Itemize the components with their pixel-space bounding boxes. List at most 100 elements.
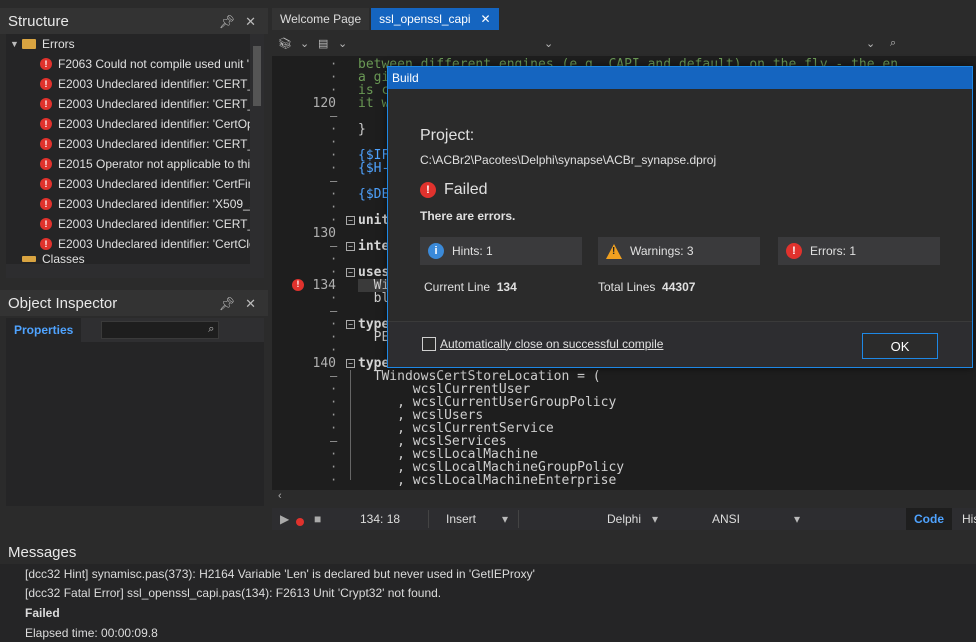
tree-item-label: E2003 Undeclared identifier: 'CertOp — [58, 117, 254, 131]
code-line[interactable]: bl — [358, 292, 390, 305]
error-icon: ! — [40, 118, 52, 130]
search-icon: ⌕ — [208, 323, 215, 335]
chevron-down-icon[interactable]: ▼ — [10, 39, 22, 49]
hints-box: i Hints: 1 — [420, 237, 582, 265]
message-line[interactable]: [dcc32 Fatal Error] ssl_openssl_capi.pas… — [25, 586, 441, 600]
tree-item-label: E2015 Operator not applicable to thi — [58, 157, 251, 171]
search-icon[interactable]: ⌕ — [890, 37, 896, 50]
auto-close-checkbox[interactable] — [422, 337, 436, 351]
tree-root-label: Errors — [42, 37, 75, 51]
tree-item-error[interactable]: ! E2003 Undeclared identifier: 'CertOp — [6, 114, 264, 134]
error-icon: ! — [40, 218, 52, 230]
ok-button[interactable]: OK — [862, 333, 938, 359]
close-icon[interactable]: ✕ — [245, 296, 256, 312]
tab-ssl-openssl-capi[interactable]: ssl_openssl_capi ✕ — [371, 8, 499, 30]
book-icon[interactable]: 📚︎ — [278, 37, 292, 50]
error-marker-icon[interactable]: ! — [292, 279, 304, 291]
insert-mode[interactable]: Insert — [446, 512, 476, 526]
record-icon[interactable] — [296, 515, 304, 529]
fold-toggle-icon[interactable]: − — [346, 320, 355, 329]
fold-toggle-icon[interactable]: − — [346, 268, 355, 277]
error-icon: ! — [40, 178, 52, 190]
encoding-mode[interactable]: ANSI — [712, 512, 740, 526]
chevron-down-icon[interactable]: ⌄ — [338, 37, 347, 50]
project-path: C:\ACBr2\Pacotes\Delphi\synapse\ACBr_syn… — [420, 153, 717, 167]
tree-item-error[interactable]: ! E2003 Undeclared identifier: 'CERT_S — [6, 94, 264, 114]
close-icon[interactable]: ✕ — [481, 12, 491, 26]
status-text: Failed — [444, 181, 488, 198]
chevron-down-icon[interactable]: ▾ — [652, 512, 658, 526]
tree-item-label: E2003 Undeclared identifier: 'CERT_S — [58, 137, 263, 151]
tab-properties[interactable]: Properties — [6, 318, 82, 342]
chevron-down-icon[interactable]: ▾ — [794, 512, 800, 526]
line-number: 134 — [312, 278, 336, 293]
tree-item-error[interactable]: ! F2063 Could not compile used unit ' — [6, 54, 264, 74]
close-icon[interactable]: ✕ — [245, 14, 256, 30]
code-line[interactable]: } — [358, 123, 366, 136]
structure-panel-title: Structure 📌︎ ✕ — [0, 8, 268, 34]
line-number: 140 — [312, 356, 336, 371]
chevron-down-icon[interactable]: ⌄ — [300, 37, 309, 50]
structure-view-icon[interactable]: ▤ — [318, 37, 328, 50]
code-line[interactable]: {$DE — [358, 188, 389, 201]
stop-icon[interactable]: ■ — [314, 512, 321, 526]
structure-hscroll[interactable] — [6, 264, 250, 278]
message-line[interactable]: [dcc32 Hint] synamisc.pas(373): H2164 Va… — [25, 567, 535, 581]
chevron-down-icon[interactable]: ⌄ — [544, 37, 553, 50]
play-icon[interactable]: ▶ — [280, 512, 289, 526]
code-line[interactable]: {$H- — [358, 162, 389, 175]
editor-hscroll[interactable]: ‹ — [272, 490, 976, 506]
error-icon: ! — [40, 198, 52, 210]
chevron-down-icon[interactable]: ▾ — [502, 512, 508, 526]
tree-item-error[interactable]: ! E2015 Operator not applicable to thi — [6, 154, 264, 174]
messages-list: [dcc32 Hint] synamisc.pas(373): H2164 Va… — [0, 564, 976, 642]
pin-icon[interactable]: 📌︎ — [219, 296, 236, 312]
tree-item-error[interactable]: ! E2003 Undeclared identifier: 'X509_A — [6, 194, 264, 214]
structure-vscroll[interactable] — [250, 34, 264, 278]
fold-toggle-icon[interactable]: − — [346, 216, 355, 225]
folder-icon — [22, 39, 36, 49]
search-input[interactable]: ⌕ — [101, 321, 220, 339]
error-icon: ! — [40, 58, 52, 70]
tab-history[interactable]: His — [954, 508, 976, 530]
tree-item-error[interactable]: ! E2003 Undeclared identifier: 'CERT_S — [6, 134, 264, 154]
status-detail: There are errors. — [420, 209, 516, 223]
tree-root-errors[interactable]: ▼ Errors — [6, 34, 264, 54]
code-line[interactable]: it w — [358, 97, 389, 110]
tree-item-error[interactable]: ! E2003 Undeclared identifier: 'CertClo — [6, 234, 264, 254]
folder-icon — [22, 256, 36, 262]
tree-item-error[interactable]: ! E2003 Undeclared identifier: 'CertFin — [6, 174, 264, 194]
current-line-label: Current Line — [424, 280, 491, 294]
chevron-down-icon[interactable]: ⌄ — [866, 37, 875, 50]
editor-statusbar: ▶ ■ 134: 18 Insert ▾ Delphi ▾ ANSI ▾ Cod… — [272, 508, 976, 530]
structure-title-text: Structure — [8, 12, 69, 30]
tree-item-error[interactable]: ! E2003 Undeclared identifier: 'CERT_S — [6, 74, 264, 94]
code-line[interactable]: , wcslLocalMachineEnterprise — [358, 474, 616, 487]
code-line[interactable]: unit — [358, 214, 389, 227]
code-line[interactable]: inte — [358, 240, 389, 253]
tree-item-label: E2003 Undeclared identifier: 'CERT_S — [58, 97, 263, 111]
current-line-info: Current Line 134 — [424, 280, 517, 294]
chevron-left-icon[interactable]: ‹ — [278, 490, 282, 502]
code-line[interactable]: PE — [358, 331, 390, 344]
error-icon: ! — [40, 158, 52, 170]
error-icon: ! — [40, 238, 52, 250]
editor-toolbar: 📚︎ ⌄ ▤ ⌄ ⌄ ⌄ ⌕ — [272, 32, 976, 56]
hints-count: 1 — [486, 244, 493, 258]
message-line[interactable]: Failed — [25, 606, 60, 620]
auto-close-label[interactable]: Automatically close on successful compil… — [440, 337, 663, 351]
tree-item-error[interactable]: ! E2003 Undeclared identifier: 'CERT_F — [6, 214, 264, 234]
warning-icon: ! — [606, 243, 622, 259]
tree-root-classes[interactable]: Classes — [6, 254, 264, 264]
tree-item-label: E2003 Undeclared identifier: 'CERT_F — [58, 217, 262, 231]
line-number: 130 — [312, 226, 336, 241]
tab-code[interactable]: Code — [906, 508, 952, 530]
fold-toggle-icon[interactable]: − — [346, 359, 355, 368]
pin-icon[interactable]: 📌︎ — [219, 14, 236, 30]
tab-welcome-page[interactable]: Welcome Page — [272, 8, 370, 30]
warnings-count: 3 — [686, 244, 694, 258]
language-mode[interactable]: Delphi — [607, 512, 641, 526]
message-line[interactable]: Elapsed time: 00:00:09.8 — [25, 626, 158, 640]
fold-toggle-icon[interactable]: − — [346, 242, 355, 251]
line-number: 120 — [312, 96, 336, 111]
